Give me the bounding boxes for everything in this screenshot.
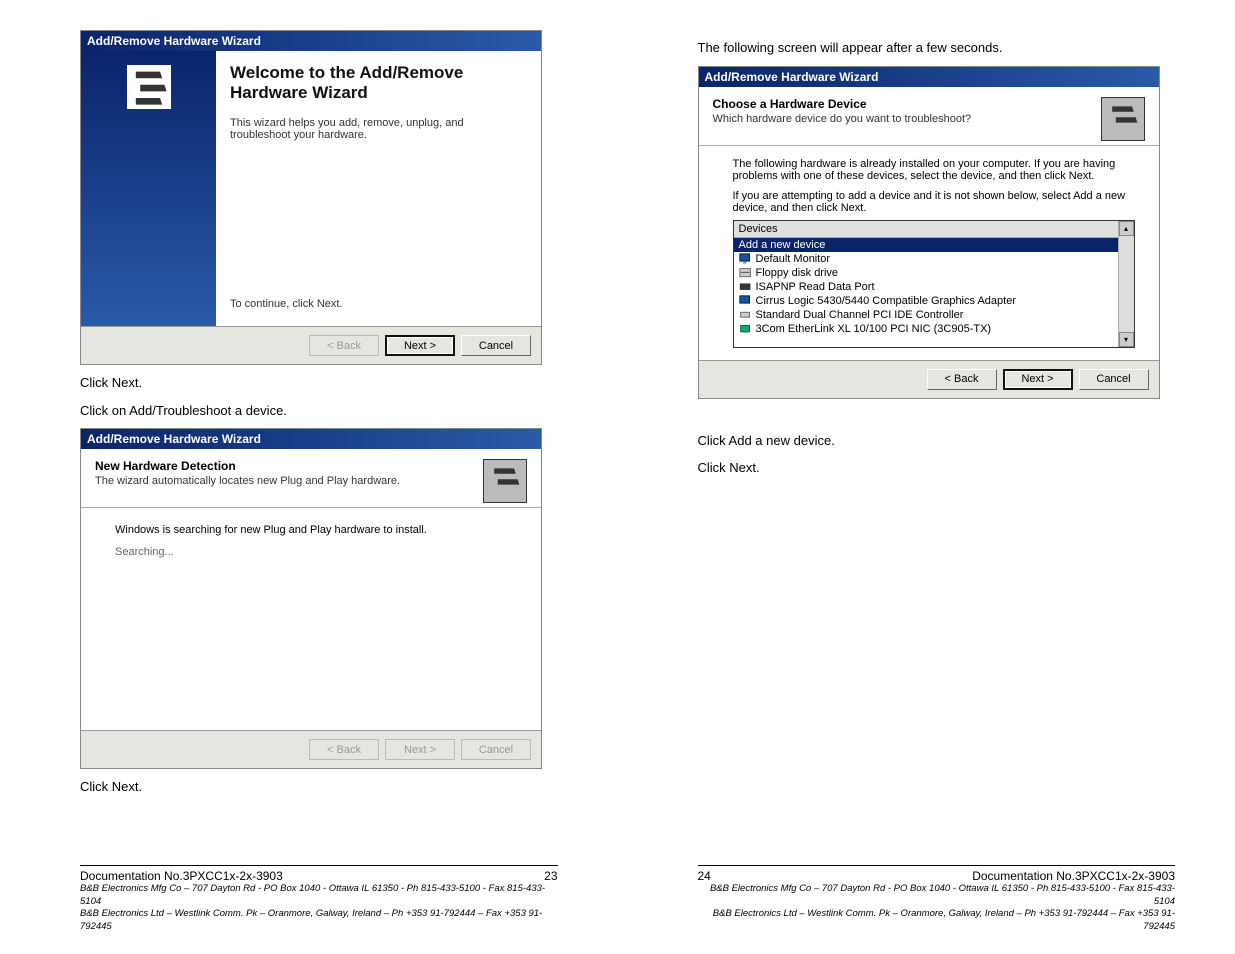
next-button: Next > bbox=[385, 739, 455, 760]
list-header: Devices bbox=[734, 221, 1134, 238]
welcome-heading: Welcome to the Add/Remove Hardware Wizar… bbox=[230, 63, 527, 103]
cancel-button[interactable]: Cancel bbox=[1079, 369, 1149, 390]
dialog-welcome: Add/Remove Hardware Wizard Welcome to th… bbox=[80, 30, 542, 365]
page-footer: Documentation No.3PXCC1x-2x-3903 23 B&B … bbox=[80, 865, 558, 934]
wizard-icon bbox=[483, 459, 527, 503]
list-item-label: Floppy disk drive bbox=[756, 267, 839, 279]
page-left: Add/Remove Hardware Wizard Welcome to th… bbox=[0, 0, 618, 954]
dialog-detection: Add/Remove Hardware Wizard New Hardware … bbox=[80, 428, 542, 769]
scroll-up-icon[interactable]: ▴ bbox=[1119, 221, 1134, 236]
doc-number: Documentation No.3PXCC1x-2x-3903 bbox=[972, 869, 1175, 883]
footer-line1: B&B Electronics Mfg Co – 707 Dayton Rd -… bbox=[80, 883, 558, 909]
ide-icon bbox=[739, 309, 752, 321]
dialog-choose-device: Add/Remove Hardware Wizard Choose a Hard… bbox=[698, 66, 1160, 399]
welcome-main: Welcome to the Add/Remove Hardware Wizar… bbox=[216, 51, 541, 326]
port-icon bbox=[739, 281, 752, 293]
scroll-down-icon[interactable]: ▾ bbox=[1119, 332, 1134, 347]
welcome-body: Welcome to the Add/Remove Hardware Wizar… bbox=[81, 51, 541, 326]
monitor-icon bbox=[739, 253, 752, 265]
back-button: < Back bbox=[309, 739, 379, 760]
button-row: < Back Next > Cancel bbox=[81, 730, 541, 768]
nic-icon bbox=[739, 323, 752, 335]
welcome-desc: This wizard helps you add, remove, unplu… bbox=[230, 117, 527, 141]
wizard-header: New Hardware Detection The wizard automa… bbox=[81, 449, 541, 508]
button-row: < Back Next > Cancel bbox=[81, 326, 541, 364]
footer-line2: B&B Electronics Ltd – Westlink Comm. Pk … bbox=[80, 908, 558, 934]
instruction-text: The following screen will appear after a… bbox=[698, 38, 1176, 58]
floppy-icon bbox=[739, 267, 752, 279]
right-content: The following screen will appear after a… bbox=[698, 30, 1176, 857]
choose-para1: The following hardware is already instal… bbox=[733, 158, 1135, 182]
dialog-title: Add/Remove Hardware Wizard bbox=[81, 31, 541, 51]
list-item-label: Default Monitor bbox=[756, 253, 831, 265]
dialog-title: Add/Remove Hardware Wizard bbox=[699, 67, 1159, 87]
instruction-text: Click Next. bbox=[80, 777, 558, 797]
button-row: < Back Next > Cancel bbox=[699, 360, 1159, 398]
wizard-icon bbox=[127, 65, 171, 109]
searching-msg: Windows is searching for new Plug and Pl… bbox=[115, 524, 517, 536]
wizard-sidebar bbox=[81, 51, 216, 326]
list-item-label: Add a new device bbox=[739, 239, 826, 251]
scrollbar[interactable]: ▴ ▾ bbox=[1118, 221, 1134, 347]
wizard-icon bbox=[1101, 97, 1145, 141]
list-item[interactable]: ISAPNP Read Data Port bbox=[734, 280, 1134, 294]
instruction-text: Click on Add/Troubleshoot a device. bbox=[80, 401, 558, 421]
next-button[interactable]: Next > bbox=[1003, 369, 1073, 390]
list-items: Add a new device Default Monitor Floppy … bbox=[734, 238, 1134, 336]
list-item[interactable]: Floppy disk drive bbox=[734, 266, 1134, 280]
page-right: The following screen will appear after a… bbox=[618, 0, 1235, 954]
cancel-button: Cancel bbox=[461, 739, 531, 760]
list-item[interactable]: Default Monitor bbox=[734, 252, 1134, 266]
instruction-text: Click Add a new device. bbox=[698, 431, 1176, 451]
page-number: 24 bbox=[698, 869, 711, 883]
choose-body: The following hardware is already instal… bbox=[699, 146, 1159, 360]
choose-para2: If you are attempting to add a device an… bbox=[733, 190, 1135, 214]
detection-body: Windows is searching for new Plug and Pl… bbox=[81, 508, 541, 730]
left-content: Add/Remove Hardware Wizard Welcome to th… bbox=[80, 30, 558, 857]
page-footer: 24 Documentation No.3PXCC1x-2x-3903 B&B … bbox=[698, 865, 1176, 934]
list-item-label: 3Com EtherLink XL 10/100 PCI NIC (3C905-… bbox=[756, 323, 992, 335]
back-button: < Back bbox=[309, 335, 379, 356]
header-sub: Which hardware device do you want to tro… bbox=[713, 113, 1093, 125]
footer-line1: B&B Electronics Mfg Co – 707 Dayton Rd -… bbox=[698, 883, 1176, 909]
instruction-text: Click Next. bbox=[698, 458, 1176, 478]
cancel-button[interactable]: Cancel bbox=[461, 335, 531, 356]
instruction-text: Click Next. bbox=[80, 373, 558, 393]
list-item-label: ISAPNP Read Data Port bbox=[756, 281, 875, 293]
header-sub: The wizard automatically locates new Plu… bbox=[95, 475, 475, 487]
list-item[interactable]: Standard Dual Channel PCI IDE Controller bbox=[734, 308, 1134, 322]
display-adapter-icon bbox=[739, 295, 752, 307]
page-number: 23 bbox=[544, 869, 557, 883]
welcome-continue: To continue, click Next. bbox=[230, 298, 527, 310]
list-item[interactable]: 3Com EtherLink XL 10/100 PCI NIC (3C905-… bbox=[734, 322, 1134, 336]
header-heading: Choose a Hardware Device bbox=[713, 97, 1093, 111]
header-heading: New Hardware Detection bbox=[95, 459, 475, 473]
next-button[interactable]: Next > bbox=[385, 335, 455, 356]
doc-number: Documentation No.3PXCC1x-2x-3903 bbox=[80, 869, 283, 883]
footer-line2: B&B Electronics Ltd – Westlink Comm. Pk … bbox=[698, 908, 1176, 934]
back-button[interactable]: < Back bbox=[927, 369, 997, 390]
list-item[interactable]: Cirrus Logic 5430/5440 Compatible Graphi… bbox=[734, 294, 1134, 308]
devices-listbox[interactable]: Devices Add a new device Default Monitor… bbox=[733, 220, 1135, 348]
wizard-header: Choose a Hardware Device Which hardware … bbox=[699, 87, 1159, 146]
list-item[interactable]: Add a new device bbox=[734, 238, 1134, 252]
list-item-label: Cirrus Logic 5430/5440 Compatible Graphi… bbox=[756, 295, 1016, 307]
dialog-title: Add/Remove Hardware Wizard bbox=[81, 429, 541, 449]
searching-label: Searching... bbox=[115, 546, 517, 558]
list-item-label: Standard Dual Channel PCI IDE Controller bbox=[756, 309, 964, 321]
